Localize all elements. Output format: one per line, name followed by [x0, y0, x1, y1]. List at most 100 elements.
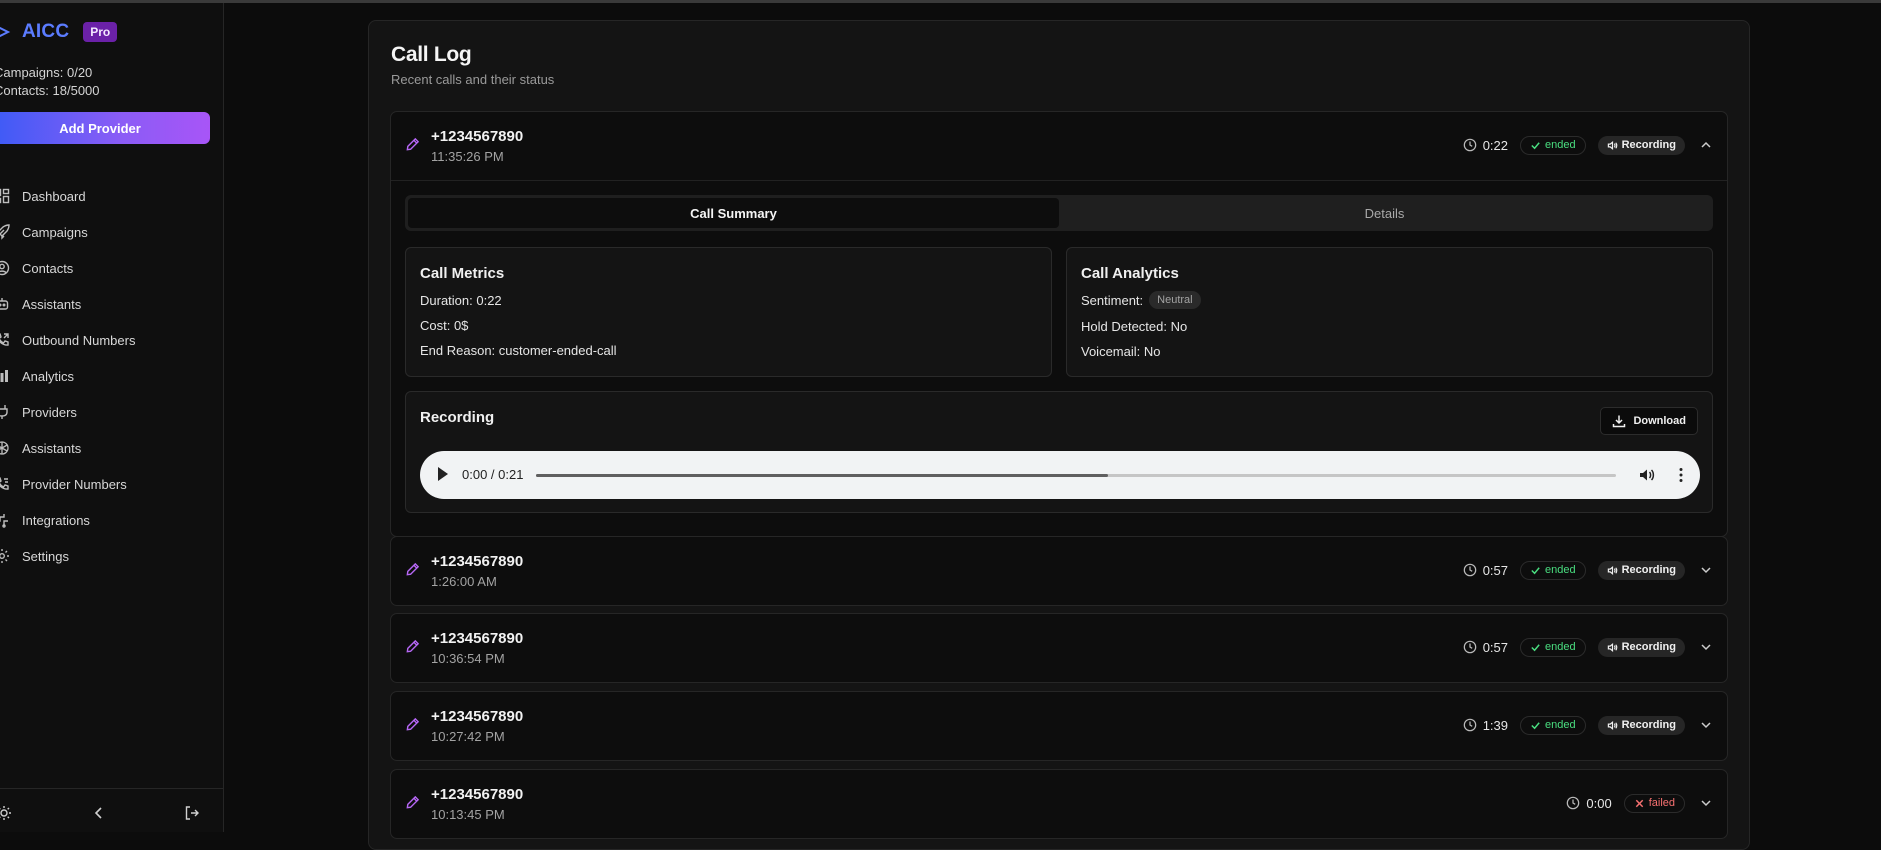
call-meta: 0:22 ended Recording: [1463, 135, 1713, 155]
dashboard-icon: [0, 188, 10, 204]
analytics-voicemail: Voicemail: No: [1081, 344, 1161, 359]
sidebar-item-settings[interactable]: Settings: [0, 538, 135, 574]
download-label: Download: [1633, 415, 1686, 427]
recording-badge[interactable]: Recording: [1597, 637, 1685, 657]
call-phone-number: +1234567890: [431, 630, 524, 647]
call-time: 10:36:54 PM: [431, 651, 505, 666]
metric-duration: Duration: 0:22: [420, 293, 502, 308]
status-text: failed: [1648, 797, 1675, 809]
sidebar-item-contacts[interactable]: Contacts: [0, 250, 135, 286]
brand[interactable]: AICC Pro: [0, 21, 118, 43]
call-phone-number: +1234567890: [431, 553, 524, 570]
more-options-icon[interactable]: [1678, 466, 1683, 484]
call-duration: 0:57: [1463, 640, 1508, 655]
call-analytics-title: Call Analytics: [1081, 265, 1179, 282]
chevron-down-icon[interactable]: [1699, 563, 1713, 577]
download-button[interactable]: Download: [1600, 407, 1698, 435]
pencil-icon[interactable]: [405, 639, 420, 654]
recording-badge[interactable]: Recording: [1597, 135, 1685, 155]
seek-bar[interactable]: [536, 474, 1616, 477]
call-time: 10:27:42 PM: [431, 729, 505, 744]
recording-title: Recording: [420, 409, 495, 426]
recording-badge-label: Recording: [1621, 719, 1676, 731]
call-phone-number: +1234567890: [431, 786, 524, 803]
status-badge: failed: [1623, 793, 1685, 813]
sidebar-item-label: Providers: [22, 404, 77, 420]
call-item[interactable]: +1234567890 10:27:42 PM 1:39 ended Recor…: [390, 691, 1728, 761]
sidebar-item-providers[interactable]: Providers: [0, 394, 135, 430]
call-header[interactable]: +1234567890 10:13:45 PM 0:00 failed: [391, 770, 1727, 838]
sidebar-item-provider-numbers[interactable]: Provider Numbers: [0, 466, 135, 502]
speaker-icon: [1607, 642, 1617, 652]
analytics-sentiment: Sentiment: Neutral: [1081, 291, 1201, 309]
check-icon: [1531, 721, 1540, 729]
chevron-up-icon[interactable]: [1699, 138, 1713, 152]
recording-badge[interactable]: Recording: [1597, 560, 1685, 580]
sidebar-item-assistants-2[interactable]: Assistants: [0, 430, 135, 466]
call-meta: 0:00 failed: [1566, 793, 1713, 813]
sidebar-item-analytics[interactable]: Analytics: [0, 358, 135, 394]
logout-icon[interactable]: [184, 805, 200, 821]
seek-bar-fill: [536, 474, 1109, 477]
rocket-icon: [0, 224, 10, 240]
sidebar-footer: [0, 788, 223, 832]
call-duration-value: 1:39: [1482, 717, 1508, 733]
sidebar-item-dashboard[interactable]: Dashboard: [0, 178, 135, 214]
tab-call-summary[interactable]: Call Summary: [408, 198, 1059, 228]
sidebar-item-outbound-numbers[interactable]: Outbound Numbers: [0, 322, 135, 358]
play-icon[interactable]: [438, 467, 448, 481]
call-header[interactable]: +1234567890 1:26:00 AM 0:57 ended Record…: [391, 537, 1727, 605]
sidebar-item-assistants[interactable]: Assistants: [0, 286, 135, 322]
recording-badge[interactable]: Recording: [1597, 715, 1685, 735]
tab-details[interactable]: Details: [1059, 198, 1710, 228]
volume-icon[interactable]: [1638, 466, 1656, 484]
sidebar-item-label: Integrations: [22, 512, 90, 528]
call-duration: 0:57: [1463, 563, 1508, 578]
metric-cost: Cost: 0$: [420, 318, 469, 333]
chevron-down-icon[interactable]: [1699, 640, 1713, 654]
call-duration: 0:22: [1463, 138, 1508, 153]
usage-stats: Campaigns: 0/20 Contacts: 18/5000: [0, 64, 100, 100]
call-log-panel: Call Log Recent calls and their status +…: [368, 20, 1750, 850]
app-name: AICC: [22, 21, 70, 42]
call-header[interactable]: +1234567890 11:35:26 PM 0:22 ended Recor…: [391, 112, 1727, 180]
call-analytics-card: Call Analytics Sentiment: Neutral Hold D…: [1066, 247, 1713, 377]
pencil-icon[interactable]: [405, 562, 420, 577]
bot-icon: [0, 296, 10, 312]
call-item[interactable]: +1234567890 1:26:00 AM 0:57 ended Record…: [390, 536, 1728, 606]
recording-card: Recording Download 0:00 / 0:21: [405, 391, 1713, 513]
check-icon: [1531, 566, 1540, 574]
player-time: 0:00 / 0:21: [462, 467, 524, 482]
theme-toggle-icon[interactable]: [0, 805, 12, 821]
recording-badge-label: Recording: [1621, 139, 1676, 151]
pencil-icon[interactable]: [405, 717, 420, 732]
add-provider-button[interactable]: Add Provider: [0, 112, 210, 144]
call-time: 11:35:26 PM: [431, 149, 504, 164]
analytics-hold: Hold Detected: No: [1081, 319, 1188, 334]
call-header[interactable]: +1234567890 10:27:42 PM 1:39 ended Recor…: [391, 692, 1727, 760]
call-item[interactable]: +1234567890 10:13:45 PM 0:00 failed: [390, 769, 1728, 839]
recording-badge-label: Recording: [1621, 641, 1676, 653]
page-title: Call Log: [391, 43, 472, 66]
sidebar-item-integrations[interactable]: Integrations: [0, 502, 135, 538]
recording-badge-label: Recording: [1621, 564, 1676, 576]
call-item[interactable]: +1234567890 10:36:54 PM 0:57 ended Recor…: [390, 613, 1728, 683]
call-phone-number: +1234567890: [431, 128, 524, 145]
pencil-icon[interactable]: [405, 795, 420, 810]
collapse-sidebar-icon[interactable]: [91, 805, 107, 821]
pencil-icon[interactable]: [405, 137, 420, 152]
sidebar: AICC Pro Campaigns: 0/20 Contacts: 18/50…: [0, 3, 224, 832]
status-badge: ended: [1520, 560, 1586, 580]
call-duration-value: 0:57: [1482, 562, 1508, 578]
call-meta: 1:39 ended Recording: [1463, 715, 1713, 735]
call-phone-number: +1234567890: [431, 708, 524, 725]
call-item: +1234567890 11:35:26 PM 0:22 ended Recor…: [390, 111, 1728, 537]
call-header[interactable]: +1234567890 10:36:54 PM 0:57 ended Recor…: [391, 614, 1727, 682]
chevron-down-icon[interactable]: [1699, 796, 1713, 810]
sidebar-item-campaigns[interactable]: Campaigns: [0, 214, 135, 250]
clock-icon: [1463, 640, 1476, 654]
chevron-down-icon[interactable]: [1699, 718, 1713, 732]
clock-icon: [1463, 563, 1476, 577]
window-top-border: [0, 0, 1881, 3]
campaigns-stat: Campaigns: 0/20: [0, 65, 93, 80]
